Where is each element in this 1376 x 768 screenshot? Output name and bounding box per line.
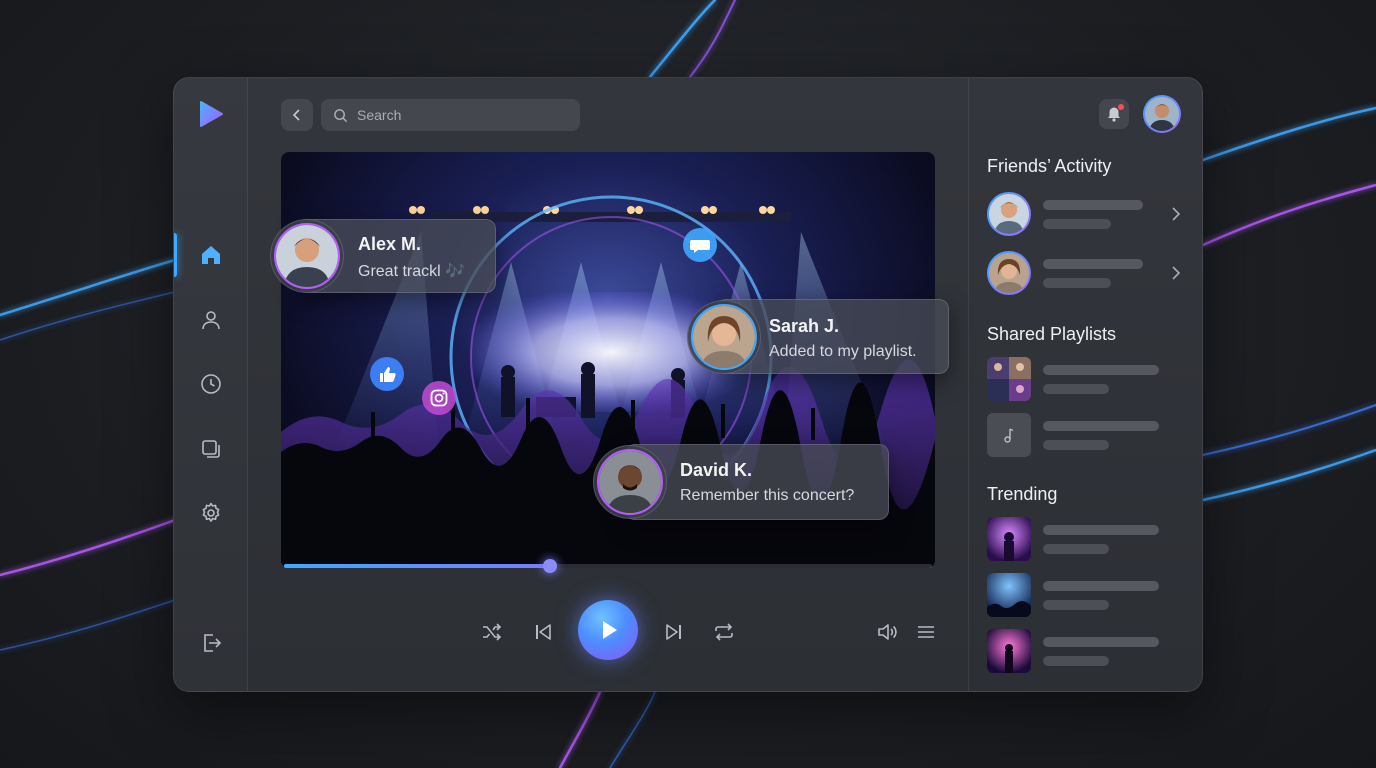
sidebar-item-library[interactable] <box>174 427 248 471</box>
bubble-name: David K. <box>680 460 753 480</box>
bubble-message: Great trackl 🎶 <box>358 263 466 280</box>
sidebar-item-settings[interactable] <box>174 491 248 535</box>
notifications-button[interactable] <box>1099 99 1129 129</box>
trending-cover <box>987 573 1031 617</box>
repeat-button[interactable] <box>711 619 737 645</box>
placeholder-line <box>1043 200 1143 210</box>
thumbs-up-icon <box>370 357 404 391</box>
placeholder-line <box>1043 656 1109 666</box>
avatar <box>274 223 340 289</box>
chat-bubble-sarah[interactable]: Sarah J. Added to my playlist. <box>687 299 949 374</box>
trending-cover <box>987 629 1031 673</box>
next-button[interactable] <box>661 619 687 645</box>
volume-button[interactable] <box>874 619 900 645</box>
placeholder-line <box>1043 525 1159 535</box>
play-logo-icon[interactable] <box>198 100 224 128</box>
avatar <box>597 449 663 515</box>
bubble-message: Added to my playlist. <box>769 343 917 360</box>
queue-button[interactable] <box>913 619 939 645</box>
sidebar <box>174 78 248 691</box>
shuffle-icon <box>483 623 502 641</box>
playlist-cover <box>987 413 1031 457</box>
library-icon <box>202 440 220 458</box>
placeholder-line <box>1043 259 1143 269</box>
trending-row[interactable] <box>987 573 1187 619</box>
bubble-name: Sarah J. <box>769 316 840 336</box>
progress-fill <box>284 564 550 568</box>
user-icon <box>202 311 220 330</box>
avatar-ring <box>270 219 344 293</box>
shared-playlist-row[interactable] <box>987 413 1187 459</box>
trending-row[interactable] <box>987 517 1187 563</box>
playlist-cover <box>987 357 1031 401</box>
bubble-name: Alex M. <box>358 234 422 254</box>
search-icon <box>334 108 348 122</box>
friend-avatar <box>987 251 1031 295</box>
chevron-left-icon <box>292 109 300 121</box>
trending-cover <box>987 517 1031 561</box>
placeholder-line <box>1043 421 1159 431</box>
play-button[interactable] <box>578 600 638 660</box>
placeholder-line <box>1043 365 1159 375</box>
user-avatar[interactable] <box>1143 95 1181 133</box>
clock-icon <box>201 374 221 394</box>
search-input[interactable] <box>357 107 557 123</box>
friend-activity-row[interactable] <box>987 192 1187 238</box>
logout-button[interactable] <box>174 621 248 665</box>
shuffle-button[interactable] <box>479 619 505 645</box>
chat-bubble-alex[interactable]: Alex M. Great trackl 🎶 <box>270 219 496 293</box>
friends-activity-title: Friends’ Activity <box>987 156 1112 176</box>
progress-thumb[interactable] <box>542 559 557 573</box>
search-bar[interactable] <box>321 99 580 131</box>
playback-progress-bar[interactable] <box>284 559 932 573</box>
placeholder-line <box>1043 219 1111 229</box>
placeholder-line <box>1043 581 1159 591</box>
placeholder-line <box>1043 600 1109 610</box>
chat-bubble-icon <box>683 228 717 262</box>
menu-list-icon <box>918 626 934 638</box>
user-avatar-image <box>1145 97 1179 131</box>
back-button[interactable] <box>281 99 313 131</box>
sidebar-item-profile[interactable] <box>174 298 248 342</box>
play-icon <box>603 621 617 639</box>
logout-icon <box>204 634 222 652</box>
placeholder-line <box>1043 384 1109 394</box>
skip-next-icon <box>666 624 681 640</box>
shared-playlists-title: Shared Playlists <box>987 324 1117 344</box>
repeat-icon <box>715 623 733 641</box>
trending-row[interactable] <box>987 629 1187 675</box>
home-icon <box>202 246 220 264</box>
right-panel: Friends’ Activity Shared Playlists Trend… <box>968 78 1202 691</box>
friend-avatar <box>987 192 1031 236</box>
trending-title: Trending <box>987 484 1058 504</box>
notification-dot <box>1118 104 1124 110</box>
app-window: Friends’ Activity Shared Playlists <box>173 77 1203 692</box>
volume-icon <box>878 624 897 640</box>
skip-previous-icon <box>536 624 551 640</box>
chat-bubble-david[interactable]: David K. Remember this concert? <box>593 444 889 520</box>
chevron-right-icon <box>1172 266 1181 280</box>
gear-icon <box>202 502 220 522</box>
placeholder-line <box>1043 440 1109 450</box>
friend-activity-row[interactable] <box>987 251 1187 297</box>
avatar <box>691 304 757 370</box>
instagram-icon <box>422 381 456 415</box>
sidebar-item-history[interactable] <box>174 362 248 406</box>
chevron-right-icon <box>1172 207 1181 221</box>
placeholder-line <box>1043 278 1111 288</box>
music-note-icon <box>1004 428 1014 443</box>
placeholder-line <box>1043 637 1159 647</box>
placeholder-line <box>1043 544 1109 554</box>
avatar-ring <box>593 445 667 519</box>
previous-button[interactable] <box>530 619 556 645</box>
avatar-ring <box>687 300 761 374</box>
bubble-message: Remember this concert? <box>680 487 855 504</box>
shared-playlist-row[interactable] <box>987 357 1187 403</box>
sidebar-item-home[interactable] <box>174 233 248 277</box>
